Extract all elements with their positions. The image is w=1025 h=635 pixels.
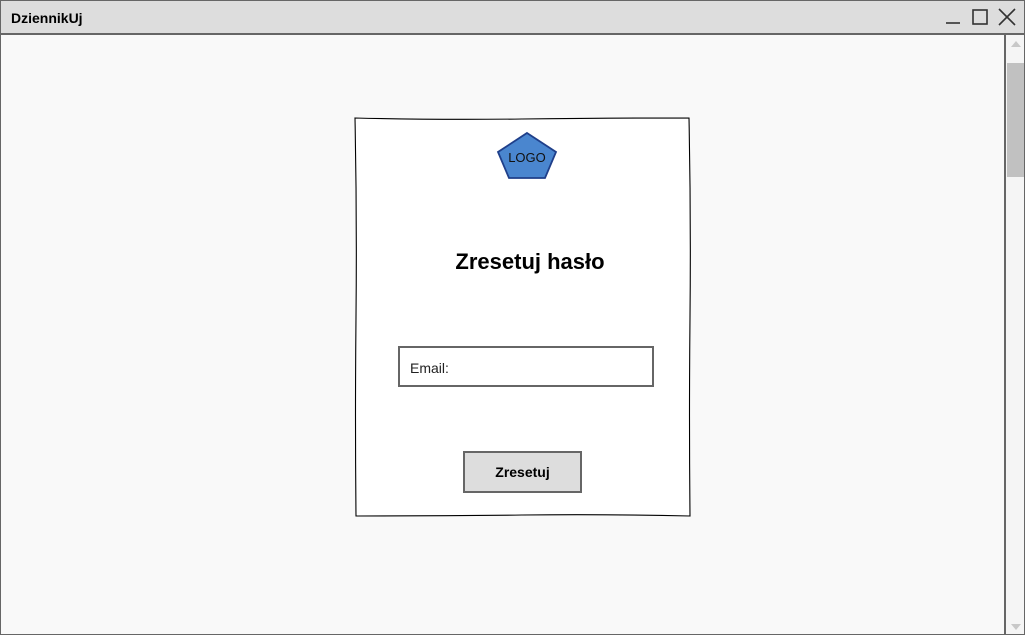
maximize-button[interactable] <box>970 7 990 27</box>
app-window: DziennikUj LOGO Zresetuj hasło Email: Zr… <box>0 0 1025 635</box>
scroll-up-arrow-icon[interactable] <box>1009 39 1023 49</box>
logo: LOGO <box>496 131 558 181</box>
reset-password-card: LOGO Zresetuj hasło Email: Zresetuj <box>354 117 691 517</box>
logo-text: LOGO <box>508 150 546 165</box>
title-bar[interactable]: DziennikUj <box>1 1 1024 35</box>
email-label: Email: <box>410 360 449 376</box>
maximize-icon <box>972 9 988 25</box>
close-icon <box>998 8 1016 26</box>
window-title: DziennikUj <box>11 10 83 26</box>
minimize-button[interactable] <box>943 7 963 27</box>
minimize-icon <box>946 22 960 24</box>
content-area: LOGO Zresetuj hasło Email: Zresetuj <box>1 35 1004 634</box>
page-title: Zresetuj hasło <box>455 249 605 274</box>
vertical-scrollbar[interactable] <box>1004 35 1024 634</box>
scroll-thumb[interactable] <box>1007 63 1024 177</box>
email-field[interactable]: Email: <box>398 346 654 387</box>
scroll-down-arrow-icon[interactable] <box>1009 622 1023 632</box>
reset-button[interactable]: Zresetuj <box>463 451 582 493</box>
close-button[interactable] <box>997 7 1017 27</box>
